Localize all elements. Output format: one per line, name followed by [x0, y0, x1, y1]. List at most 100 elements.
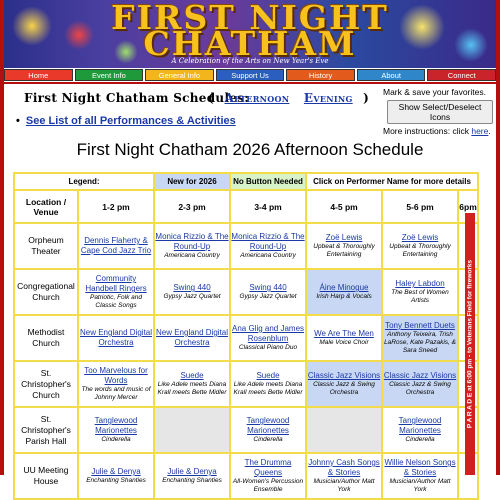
- header-row: Location / Venue 1-2 pm 2-3 pm 3-4 pm 4-…: [13, 189, 480, 224]
- performance-cell: Suede Like Adele meets Diana Krall meets …: [153, 360, 232, 408]
- table-row: UU Meeting House Julie & Denya Enchanting …: [13, 452, 480, 500]
- performance-description: Classical Piano Duo: [238, 344, 298, 351]
- performer-link[interactable]: Monica Rizzio & The Round-Up: [232, 232, 304, 252]
- performer-link[interactable]: New England Digital Orchestra: [156, 328, 228, 348]
- performance-cell: Johnny Cash Songs & Stories Musician/Auth…: [305, 452, 384, 500]
- nav-item-connect[interactable]: Connect: [427, 69, 497, 81]
- performance-description: Classic Jazz & Swing Orchestra: [313, 381, 375, 396]
- performance-cell: Classic Jazz Visions Classic Jazz & Swing…: [381, 360, 460, 408]
- performer-link[interactable]: Swing 440: [232, 283, 304, 293]
- col-4-5pm: 4-5 pm: [305, 189, 384, 224]
- performer-link[interactable]: The Drumma Queens: [232, 458, 304, 478]
- performance-description: The words and music of Johnny Mercer: [81, 386, 151, 401]
- bullet-icon: •: [16, 115, 20, 127]
- performer-link[interactable]: Classic Jazz Visions: [384, 371, 456, 381]
- performer-link[interactable]: Tanglewood Marionettes: [80, 416, 152, 436]
- performer-link[interactable]: We Are The Men: [308, 329, 380, 339]
- performer-link[interactable]: Monica Rizzio & The Round-Up: [156, 232, 228, 252]
- empty-slot-cell: [305, 406, 384, 454]
- performer-link[interactable]: Too Marvelous for Words: [80, 366, 152, 386]
- performance-cell: Swing 440 Gypsy Jazz Quartet: [153, 268, 232, 316]
- performance-cell: Áine Minogue Irish Harp & Vocals: [305, 268, 384, 316]
- col-5-6pm: 5-6 pm: [381, 189, 460, 224]
- evening-link[interactable]: Evening: [304, 91, 353, 105]
- performer-link[interactable]: Suede: [156, 371, 228, 381]
- header-banner: FIRST NIGHT CHATHAM A Celebration of the…: [4, 0, 496, 68]
- venue-cell: St. Christopher's Church: [13, 360, 79, 408]
- performance-cell: Tony Bennett Duets Anthony Teixeira, Tris…: [381, 314, 460, 362]
- performance-cell: Dennis Flaherty & Cape Cod Jazz Trio: [76, 222, 156, 270]
- more-prefix: More instructions: click: [383, 126, 469, 136]
- performance-cell: Suede Like Adele meets Diana Krall meets …: [229, 360, 308, 408]
- see-list-link[interactable]: See List of all Performances & Activitie…: [26, 115, 236, 127]
- performance-description: Musician/Author Matt York: [313, 478, 375, 493]
- performer-link[interactable]: Áine Minogue: [308, 283, 380, 293]
- performer-link[interactable]: Classic Jazz Visions: [308, 371, 380, 381]
- performer-link[interactable]: Tanglewood Marionettes: [384, 416, 456, 436]
- performance-description: Gypsy Jazz Quartet: [163, 293, 221, 300]
- performer-link[interactable]: Haley Labdon: [384, 279, 456, 289]
- site-tagline: A Celebration of the Arts on New Year's …: [171, 57, 329, 65]
- performance-description: Cinderella: [253, 436, 283, 443]
- performance-description: The Best of Women Artists: [391, 289, 449, 304]
- performance-description: Musician/Author Matt York: [389, 478, 451, 493]
- more-suffix: .: [488, 126, 491, 136]
- performance-cell: Zoë Lewis Upbeat & Thoroughly Entertainin…: [381, 222, 460, 270]
- nav-item-general-info[interactable]: General Info: [145, 69, 214, 81]
- see-list-item: • See List of all Performances & Activiti…: [16, 115, 236, 127]
- afternoon-link[interactable]: Afternoon: [224, 91, 289, 105]
- performer-link[interactable]: Dennis Flaherty & Cape Cod Jazz Trio: [80, 236, 152, 256]
- performer-link[interactable]: Ana Glig and James Rosenblum: [232, 324, 304, 344]
- performance-cell: Julie & Denya Enchanting Shanties: [153, 452, 232, 500]
- nav-item-event-info[interactable]: Event Info: [74, 69, 144, 81]
- legend-new: New for 2026: [153, 172, 232, 191]
- performer-link[interactable]: Willie Nelson Songs & Stories: [384, 458, 456, 478]
- open-paren: (: [208, 91, 214, 105]
- main-nav: Home Event Info General Info Support Us Hist…: [4, 69, 497, 81]
- performer-link[interactable]: Suede: [232, 371, 304, 381]
- col-1-2pm: 1-2 pm: [76, 189, 156, 224]
- table-row: St. Christopher's Church Too Marvelous fo…: [13, 360, 480, 408]
- performance-cell: We Are The Men Male Voice Choir: [305, 314, 384, 362]
- col-3-4pm: 3-4 pm: [229, 189, 308, 224]
- venue-cell: Congregational Church: [13, 268, 79, 316]
- performer-link[interactable]: Zoë Lewis: [308, 233, 380, 243]
- performance-cell: Ana Glig and James Rosenblum Classical Pi…: [229, 314, 308, 362]
- performance-cell: Too Marvelous for Words The words and mus…: [76, 360, 156, 408]
- performance-cell: Monica Rizzio & The Round-Up Americana Co…: [153, 222, 232, 270]
- performer-link[interactable]: Tanglewood Marionettes: [232, 416, 304, 436]
- performance-cell: Tanglewood Marionettes Cinderella: [229, 406, 308, 454]
- table-row: Methodist Church New England Digital Orch…: [13, 314, 480, 362]
- performer-link[interactable]: New England Digital Orchestra: [80, 328, 152, 348]
- schedule-table: Legend: New for 2026 No Button Needed Cl…: [12, 172, 480, 500]
- performance-description: Irish Harp & Vocals: [316, 293, 372, 300]
- table-row: St. Christopher's Parish Hall Tanglewood …: [13, 406, 480, 454]
- performance-description: Like Adele meets Diana Krall meets Bette…: [233, 381, 303, 396]
- performance-description: Cinderella: [405, 436, 435, 443]
- performer-link[interactable]: Julie & Denya: [80, 467, 152, 477]
- show-icons-button[interactable]: Show Select/Deselect Icons: [387, 100, 493, 124]
- performance-description: Americana Country: [164, 252, 220, 259]
- performer-link[interactable]: Johnny Cash Songs & Stories: [308, 458, 380, 478]
- performer-link[interactable]: Julie & Denya: [156, 467, 228, 477]
- nav-item-about[interactable]: About: [356, 69, 426, 81]
- instructions-link[interactable]: here: [471, 126, 488, 136]
- schedules-heading: First Night Chatham Schedules: ( Afterno…: [24, 91, 369, 105]
- nav-item-history[interactable]: History: [286, 69, 355, 81]
- header-divider: [4, 82, 496, 84]
- performer-link[interactable]: Swing 440: [156, 283, 228, 293]
- nav-item-support-us[interactable]: Support Us: [215, 69, 285, 81]
- legend-no-button: No Button Needed: [229, 172, 308, 191]
- venue-cell: St. Christopher's Parish Hall: [13, 406, 79, 454]
- nav-item-home[interactable]: Home: [4, 69, 73, 81]
- performance-cell: Haley Labdon The Best of Women Artists: [381, 268, 460, 316]
- performer-link[interactable]: Community Handbell Ringers: [80, 274, 152, 294]
- table-row: Orpheum Theater Dennis Flaherty & Cape Co…: [13, 222, 480, 270]
- performance-cell: Julie & Denya Enchanting Shanties: [76, 452, 156, 500]
- page-title: First Night Chatham 2026 Afternoon Sched…: [76, 140, 424, 159]
- performer-link[interactable]: Tony Bennett Duets: [384, 321, 456, 331]
- legend-click-info: Click on Performer Name for more details: [305, 172, 480, 191]
- performer-link[interactable]: Zoë Lewis: [384, 233, 456, 243]
- performance-description: Classic Jazz & Swing Orchestra: [389, 381, 451, 396]
- performance-description: Male Voice Choir: [319, 339, 369, 346]
